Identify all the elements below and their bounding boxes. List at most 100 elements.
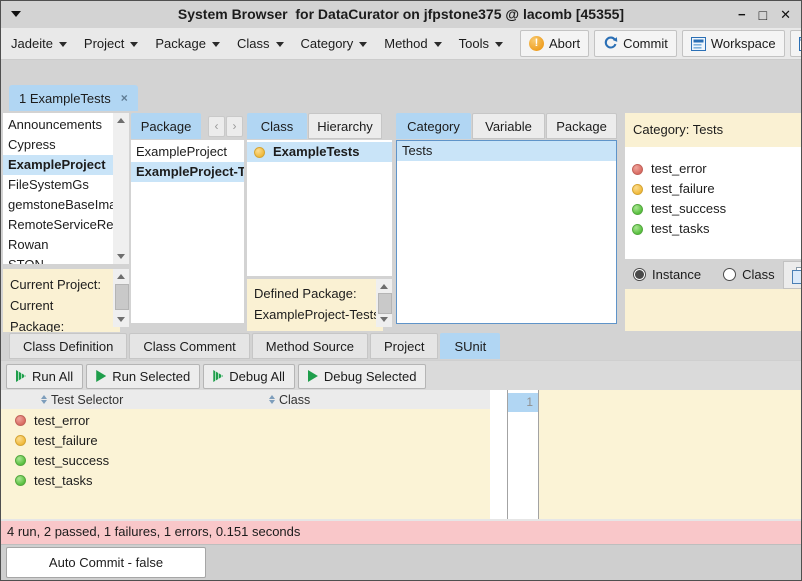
tab-package[interactable]: Package bbox=[131, 113, 201, 139]
list-item[interactable]: ExampleProject bbox=[131, 142, 244, 162]
class-status-dot bbox=[254, 147, 265, 158]
list-item-selected[interactable]: ExampleTests bbox=[247, 142, 392, 162]
status-bar: Auto Commit - false bbox=[1, 544, 801, 580]
workspace-button[interactable]: Workspace bbox=[682, 30, 785, 57]
tab-project[interactable]: Project bbox=[370, 333, 438, 359]
list-item[interactable]: Announcements bbox=[3, 115, 113, 135]
run-selected-button[interactable]: Run Selected bbox=[86, 364, 200, 389]
list-item-selected[interactable]: ExampleProject-Tests bbox=[131, 162, 244, 182]
table-scrollbar-track[interactable] bbox=[490, 390, 507, 519]
tab-exampletests[interactable]: 1 ExampleTests × bbox=[9, 85, 138, 111]
info-line: Package: bbox=[10, 316, 120, 332]
play-icon bbox=[96, 370, 106, 382]
table-row[interactable]: test_success bbox=[1, 450, 490, 470]
method-preview-panel bbox=[625, 289, 802, 331]
column-header-test-selector[interactable]: Test Selector bbox=[41, 390, 123, 409]
tab-package-categories[interactable]: Package bbox=[546, 113, 617, 139]
status-dot-failure bbox=[15, 435, 26, 446]
caret-down-icon bbox=[59, 42, 67, 51]
sort-icon bbox=[41, 395, 47, 404]
tab-variable[interactable]: Variable bbox=[472, 113, 545, 139]
status-dot-success bbox=[15, 455, 26, 466]
scroll-up-icon[interactable] bbox=[113, 113, 129, 127]
scroll-up-icon[interactable] bbox=[113, 269, 129, 283]
list-item[interactable]: test_error bbox=[625, 159, 802, 179]
list-item[interactable]: test_success bbox=[625, 199, 802, 219]
list-item[interactable]: RemoteServiceRep bbox=[3, 215, 113, 235]
window-controls: − □ ✕ bbox=[738, 1, 791, 28]
method-list: test_error test_failure test_success tes… bbox=[625, 147, 802, 259]
auto-commit-button[interactable]: Auto Commit - false bbox=[6, 547, 206, 578]
tab-label: 1 ExampleTests bbox=[19, 91, 111, 106]
status-dot-success bbox=[632, 204, 643, 215]
title-bar: System Browser for DataCurator on jfpsto… bbox=[1, 1, 801, 29]
scroll-down-icon[interactable] bbox=[376, 313, 392, 327]
package-next-button[interactable]: › bbox=[226, 116, 243, 137]
menu-tools[interactable]: Tools bbox=[459, 36, 503, 51]
tab-category[interactable]: Category bbox=[396, 113, 471, 139]
list-item[interactable]: test_tasks bbox=[625, 219, 802, 239]
editor-content[interactable] bbox=[539, 390, 801, 519]
category-list: Tests bbox=[396, 140, 617, 324]
scroll-thumb[interactable] bbox=[378, 293, 392, 314]
list-item[interactable]: test_failure bbox=[625, 179, 802, 199]
tab-hierarchy[interactable]: Hierarchy bbox=[308, 113, 382, 139]
list-item-selected[interactable]: ExampleProject bbox=[3, 155, 113, 175]
menu-package[interactable]: Package bbox=[155, 36, 220, 51]
run-all-button[interactable]: Run All bbox=[6, 364, 83, 389]
close-button[interactable]: ✕ bbox=[780, 8, 791, 21]
package-prev-button[interactable]: ‹ bbox=[208, 116, 225, 137]
scroll-up-icon[interactable] bbox=[376, 279, 392, 293]
debug-all-button[interactable]: Debug All bbox=[203, 364, 295, 389]
table-row[interactable]: test_failure bbox=[1, 430, 490, 450]
tab-close-icon[interactable]: × bbox=[121, 91, 128, 105]
list-item[interactable]: Rowan bbox=[3, 235, 113, 255]
tab-class[interactable]: Class bbox=[247, 113, 307, 139]
scroll-down-icon[interactable] bbox=[113, 250, 129, 264]
projects-list: Announcements Cypress ExampleProject Fil… bbox=[3, 113, 113, 264]
copy-icon bbox=[791, 266, 802, 285]
menu-method[interactable]: Method bbox=[384, 36, 441, 51]
project-info-panel: Current Project: Current Package: bbox=[3, 269, 120, 332]
tab-method-source[interactable]: Method Source bbox=[252, 333, 368, 359]
commit-icon bbox=[603, 36, 618, 51]
list-item-selected[interactable]: Tests bbox=[397, 141, 616, 161]
caret-down-icon bbox=[130, 42, 138, 51]
list-item[interactable]: gemstoneBaseIma bbox=[3, 195, 113, 215]
class-info-scrollbar[interactable] bbox=[376, 279, 392, 327]
test-results-table: Test Selector Class test_error test_fail… bbox=[1, 390, 490, 519]
table-header: Test Selector Class bbox=[1, 390, 490, 409]
commit-button[interactable]: Commit bbox=[594, 30, 677, 57]
list-item[interactable]: Cypress bbox=[3, 135, 113, 155]
list-item[interactable]: STON bbox=[3, 255, 113, 264]
tab-sunit[interactable]: SUnit bbox=[440, 333, 500, 359]
project-info-scrollbar[interactable] bbox=[113, 269, 129, 327]
abort-button[interactable]: ! Abort bbox=[520, 30, 589, 57]
class-radio[interactable] bbox=[723, 268, 736, 281]
table-row[interactable]: test_error bbox=[1, 410, 490, 430]
menu-class[interactable]: Class bbox=[237, 36, 284, 51]
table-row[interactable]: test_tasks bbox=[1, 470, 490, 490]
instance-label: Instance bbox=[652, 267, 701, 282]
tab-class-definition[interactable]: Class Definition bbox=[9, 333, 127, 359]
browser-button[interactable]: Browser bbox=[790, 30, 802, 57]
result-editor[interactable]: 1 bbox=[507, 390, 801, 519]
maximize-button[interactable]: □ bbox=[759, 8, 767, 22]
scroll-down-icon[interactable] bbox=[113, 313, 129, 327]
tab-class-comment[interactable]: Class Comment bbox=[129, 333, 249, 359]
menu-project[interactable]: Project bbox=[84, 36, 138, 51]
column-header-class[interactable]: Class bbox=[269, 390, 310, 409]
debug-all-icon bbox=[213, 370, 223, 382]
package-list: ExampleProject ExampleProject-Tests bbox=[131, 140, 244, 323]
scroll-thumb[interactable] bbox=[115, 284, 129, 310]
menu-category[interactable]: Category bbox=[301, 36, 368, 51]
debug-selected-button[interactable]: Debug Selected bbox=[298, 364, 427, 389]
projects-scrollbar[interactable] bbox=[113, 113, 129, 264]
instance-radio[interactable] bbox=[633, 268, 646, 281]
system-browser-window: System Browser for DataCurator on jfpsto… bbox=[0, 0, 802, 581]
status-dot-error bbox=[15, 415, 26, 426]
list-item[interactable]: FileSystemGs bbox=[3, 175, 113, 195]
menu-jadeite[interactable]: Jadeite bbox=[11, 36, 67, 51]
copy-method-button[interactable] bbox=[783, 261, 802, 289]
minimize-button[interactable]: − bbox=[738, 8, 746, 21]
